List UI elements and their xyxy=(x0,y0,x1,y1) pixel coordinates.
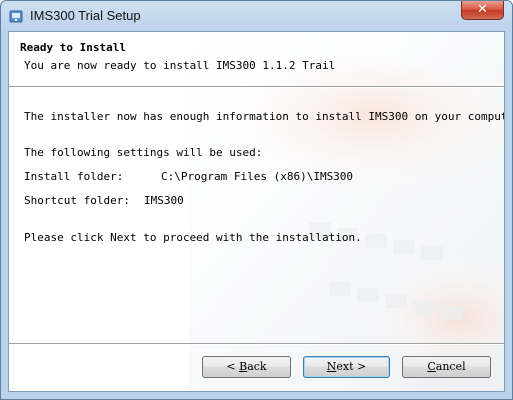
cancel-button-mnemonic: C xyxy=(427,360,436,373)
header-title: Ready to Install xyxy=(20,41,126,54)
install-folder-value: C:\Program Files (x86)\IMS300 xyxy=(161,170,354,183)
shortcut-folder-value: IMS300 xyxy=(144,194,184,207)
header-subtitle: You are now ready to install IMS300 1.1.… xyxy=(24,59,336,72)
back-button-mnemonic: B xyxy=(239,360,248,373)
header-divider-highlight xyxy=(9,87,504,88)
footer-divider-highlight xyxy=(9,344,504,345)
cancel-button-label: ancel xyxy=(435,360,466,373)
shortcut-folder-label: Shortcut folder: xyxy=(24,194,130,207)
setup-window: IMS300 Trial Setup ✕ Ready to Install Yo… xyxy=(0,0,513,400)
back-button[interactable]: < Back xyxy=(202,356,291,378)
next-button-arrow: > xyxy=(353,360,367,373)
back-button-arrow: < xyxy=(226,360,240,373)
settings-intro-text: The following settings will be used: xyxy=(24,146,263,159)
cancel-button[interactable]: Cancel xyxy=(402,356,491,378)
wizard-panel: Ready to Install You are now ready to in… xyxy=(8,31,505,392)
info-text: The installer now has enough information… xyxy=(24,110,505,123)
install-folder-label: Install folder: xyxy=(24,170,124,183)
proceed-instruction-text: Please click Next to proceed with the in… xyxy=(24,231,362,244)
next-button[interactable]: Next > xyxy=(303,356,390,378)
close-icon: ✕ xyxy=(477,2,488,17)
next-button-label: ext xyxy=(336,360,354,373)
back-button-label: ack xyxy=(247,360,267,373)
title-bar[interactable]: IMS300 Trial Setup ✕ xyxy=(1,1,512,31)
next-button-mnemonic: N xyxy=(326,360,337,373)
installer-icon xyxy=(8,8,24,24)
window-title: IMS300 Trial Setup xyxy=(30,8,141,23)
close-button[interactable]: ✕ xyxy=(461,1,504,20)
